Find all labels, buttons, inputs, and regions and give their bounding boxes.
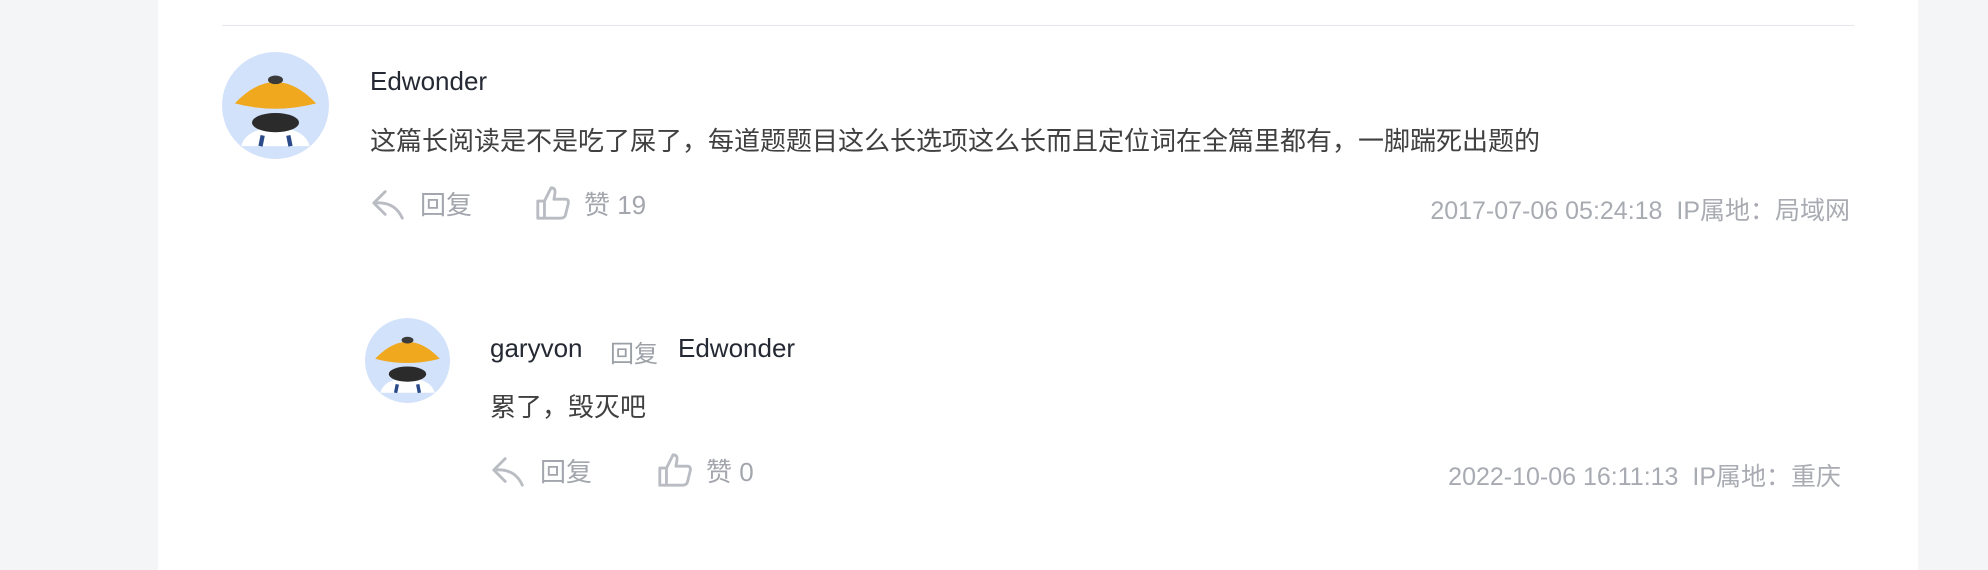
reply-label: 回复 (420, 189, 473, 220)
timestamp: 2017-07-06 05:24:18 (1430, 197, 1663, 225)
reply-content: 累了，毁灭吧 (490, 392, 647, 422)
reply-word: 回复 (610, 341, 658, 368)
comment-content: 这篇长阅读是不是吃了屎了，每道题题目这么长选项这么长而且定位词在全篇里都有，一脚… (370, 126, 1541, 156)
comment-meta: 2017-07-06 05:24:18 IP属地：局域网 (1430, 191, 1850, 227)
reply-button[interactable]: 回复 (490, 451, 592, 489)
like-button[interactable]: 赞 19 (534, 184, 646, 222)
ip-location: IP属地：重庆 (1692, 463, 1841, 491)
avatar[interactable] (365, 318, 450, 403)
straw-hat-avatar-icon (365, 318, 450, 403)
reply-username[interactable]: garyvon (490, 333, 583, 364)
reply-button[interactable]: 回复 (370, 184, 472, 222)
ip-location: IP属地：局域网 (1676, 197, 1850, 225)
comment-meta: 2022-10-06 16:11:13 IP属地：重庆 (1448, 457, 1841, 493)
reply-icon (492, 457, 524, 487)
top-divider (222, 25, 1854, 26)
reply-label: 回复 (540, 456, 593, 487)
thumbs-up-icon (536, 186, 570, 220)
comment-username[interactable]: Edwonder (370, 66, 487, 97)
reply-icon (372, 190, 404, 220)
reply-target-username[interactable]: Edwonder (678, 333, 795, 364)
timestamp: 2022-10-06 16:11:13 (1448, 463, 1679, 491)
like-button[interactable]: 赞 0 (656, 451, 754, 489)
thumbs-up-icon (658, 453, 692, 487)
like-label: 赞 19 (584, 189, 647, 220)
avatar[interactable] (222, 52, 329, 159)
straw-hat-avatar-icon (222, 52, 329, 159)
like-label: 赞 0 (706, 456, 754, 487)
